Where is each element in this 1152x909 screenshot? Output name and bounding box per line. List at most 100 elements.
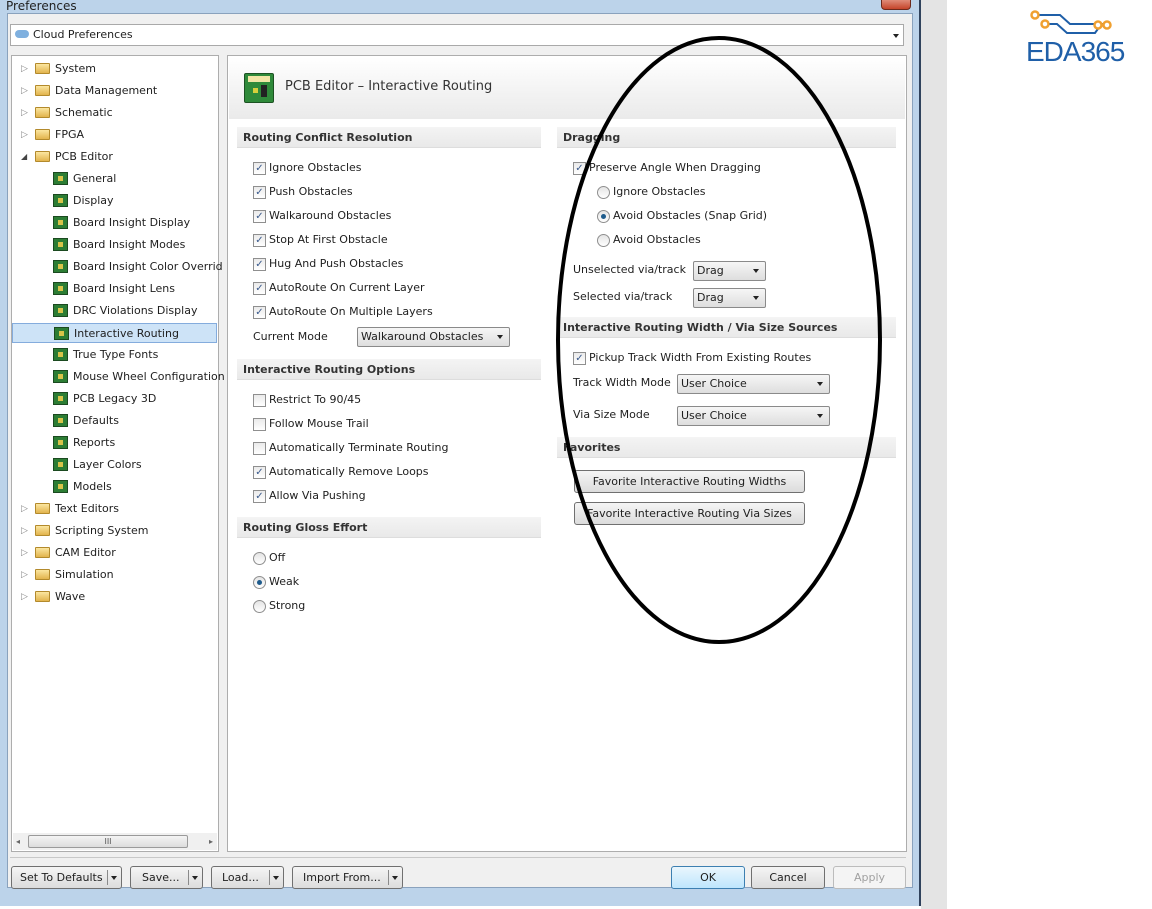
conflict-option-checkbox[interactable]: ✓ AutoRoute On Current Layer <box>253 279 513 297</box>
tree-item[interactable]: ◢ PCB Editor <box>14 147 214 167</box>
tree-item[interactable]: ▷ Wave <box>14 587 214 607</box>
tree-item[interactable]: Board Insight Color Overrid <box>12 257 223 277</box>
pcb-page-icon <box>53 260 68 273</box>
expand-arrow-icon[interactable]: ▷ <box>21 103 28 123</box>
import-from-button[interactable]: Import From... <box>292 866 403 889</box>
conflict-option-checkbox[interactable]: ✓ Hug And Push Obstacles <box>253 255 513 273</box>
tree-item-label: General <box>73 172 117 185</box>
checkbox-checked-icon[interactable]: ✓ <box>253 282 266 295</box>
checkbox-checked-icon[interactable]: ✓ <box>253 466 266 479</box>
checkbox-checked-icon[interactable]: ✓ <box>253 186 266 199</box>
folder-icon <box>35 591 50 602</box>
conflict-option-checkbox[interactable]: ✓ Stop At First Obstacle <box>253 231 513 249</box>
checkbox-icon[interactable] <box>253 394 266 407</box>
tree-item-label: Mouse Wheel Configuration <box>73 370 225 383</box>
checkbox-checked-icon[interactable]: ✓ <box>253 258 266 271</box>
expand-arrow-icon[interactable]: ▷ <box>21 521 28 541</box>
scroll-right-icon[interactable]: ▸ <box>209 837 213 846</box>
radio-icon[interactable] <box>253 552 266 565</box>
routing-option-checkbox[interactable]: ✓ Automatically Remove Loops <box>253 463 513 481</box>
pcb-page-icon <box>53 194 68 207</box>
expand-arrow-icon[interactable]: ▷ <box>21 81 28 101</box>
radio-icon[interactable] <box>253 600 266 613</box>
checkbox-checked-icon[interactable]: ✓ <box>253 234 266 247</box>
tree-item-label: Models <box>73 480 112 493</box>
gloss-effort-radio[interactable]: Off <box>253 549 493 567</box>
conflict-option-checkbox[interactable]: ✓ Walkaround Obstacles <box>253 207 513 225</box>
radio-selected-icon[interactable] <box>253 576 266 589</box>
routing-option-checkbox[interactable]: Follow Mouse Trail <box>253 415 513 433</box>
tree-item[interactable]: ▷ Data Management <box>14 81 214 101</box>
gloss-effort-radio[interactable]: Strong <box>253 597 493 615</box>
expand-arrow-icon[interactable]: ▷ <box>21 543 28 563</box>
checkbox-checked-icon[interactable]: ✓ <box>253 490 266 503</box>
tree-item[interactable]: ▷ Text Editors <box>14 499 214 519</box>
tree-item[interactable]: General <box>12 169 217 189</box>
save-button[interactable]: Save... <box>130 866 203 889</box>
ok-button[interactable]: OK <box>671 866 745 889</box>
tree-item[interactable]: ▷ Scripting System <box>14 521 214 541</box>
tree-item[interactable]: ▷ System <box>14 59 214 79</box>
expand-arrow-icon[interactable]: ▷ <box>21 565 28 585</box>
tree-item[interactable]: Mouse Wheel Configuration <box>12 367 225 387</box>
tree-horizontal-scrollbar[interactable]: ◂ III ▸ <box>13 833 217 850</box>
conflict-option-checkbox[interactable]: ✓ Ignore Obstacles <box>253 159 513 177</box>
tree-item[interactable]: Board Insight Display <box>12 213 217 233</box>
dropdown-value: Walkaround Obstacles <box>361 330 484 343</box>
tree-item[interactable]: ▷ FPGA <box>14 125 214 145</box>
tree-item[interactable]: DRC Violations Display <box>12 301 217 321</box>
scroll-left-icon[interactable]: ◂ <box>16 837 20 846</box>
footer-divider <box>10 857 906 858</box>
routing-option-checkbox[interactable]: ✓ Allow Via Pushing <box>253 487 513 505</box>
checkbox-checked-icon[interactable]: ✓ <box>253 306 266 319</box>
routing-option-checkbox[interactable]: Restrict To 90/45 <box>253 391 513 409</box>
tree-item[interactable]: Interactive Routing <box>12 323 217 343</box>
routing-option-checkbox[interactable]: Automatically Terminate Routing <box>253 439 513 457</box>
apply-button[interactable]: Apply <box>833 866 906 889</box>
expanded-arrow-icon[interactable]: ◢ <box>21 147 27 167</box>
folder-icon <box>35 547 50 558</box>
expand-arrow-icon[interactable]: ▷ <box>21 125 28 145</box>
tree-item[interactable]: Models <box>12 477 217 497</box>
checkbox-checked-icon[interactable]: ✓ <box>253 162 266 175</box>
tree-item[interactable]: ▷ Schematic <box>14 103 214 123</box>
tree-item[interactable]: True Type Fonts <box>12 345 217 365</box>
conflict-option-checkbox[interactable]: ✓ AutoRoute On Multiple Layers <box>253 303 513 321</box>
folder-icon <box>35 107 50 118</box>
tree-item[interactable]: Display <box>12 191 217 211</box>
pcb-page-icon <box>53 348 68 361</box>
folder-icon <box>35 85 50 96</box>
cloud-icon <box>15 30 29 38</box>
save-label: Save... <box>142 871 180 884</box>
window-title: Preferences <box>6 0 77 13</box>
tree-item[interactable]: ▷ Simulation <box>14 565 214 585</box>
gloss-effort-radio[interactable]: Weak <box>253 573 493 591</box>
checkbox-icon[interactable] <box>253 442 266 455</box>
conflict-option-checkbox[interactable]: ✓ Push Obstacles <box>253 183 513 201</box>
option-label: Hug And Push Obstacles <box>269 257 404 270</box>
tree-item[interactable]: Board Insight Lens <box>12 279 217 299</box>
tree-item-label: Scripting System <box>55 524 149 537</box>
tree-item[interactable]: ▷ CAM Editor <box>14 543 214 563</box>
folder-icon <box>35 129 50 140</box>
load-button[interactable]: Load... <box>211 866 284 889</box>
close-button[interactable] <box>881 0 911 10</box>
chevron-down-icon <box>497 335 503 339</box>
expand-arrow-icon[interactable]: ▷ <box>21 587 28 607</box>
checkbox-icon[interactable] <box>253 418 266 431</box>
section-routing-conflict-resolution: Routing Conflict Resolution <box>237 127 541 148</box>
current-mode-dropdown[interactable]: Walkaround Obstacles <box>357 327 510 347</box>
set-to-defaults-button[interactable]: Set To Defaults <box>11 866 122 889</box>
tree-item[interactable]: Defaults <box>12 411 217 431</box>
tree-item-label: Board Insight Color Overrid <box>73 260 223 273</box>
tree-item[interactable]: Reports <box>12 433 217 453</box>
tree-item[interactable]: Board Insight Modes <box>12 235 217 255</box>
cancel-button[interactable]: Cancel <box>751 866 825 889</box>
tree-item[interactable]: PCB Legacy 3D <box>12 389 217 409</box>
expand-arrow-icon[interactable]: ▷ <box>21 499 28 519</box>
checkbox-checked-icon[interactable]: ✓ <box>253 210 266 223</box>
tree-item[interactable]: Layer Colors <box>12 455 217 475</box>
pcb-page-icon <box>53 172 68 185</box>
expand-arrow-icon[interactable]: ▷ <box>21 59 28 79</box>
scroll-thumb[interactable]: III <box>28 835 188 848</box>
